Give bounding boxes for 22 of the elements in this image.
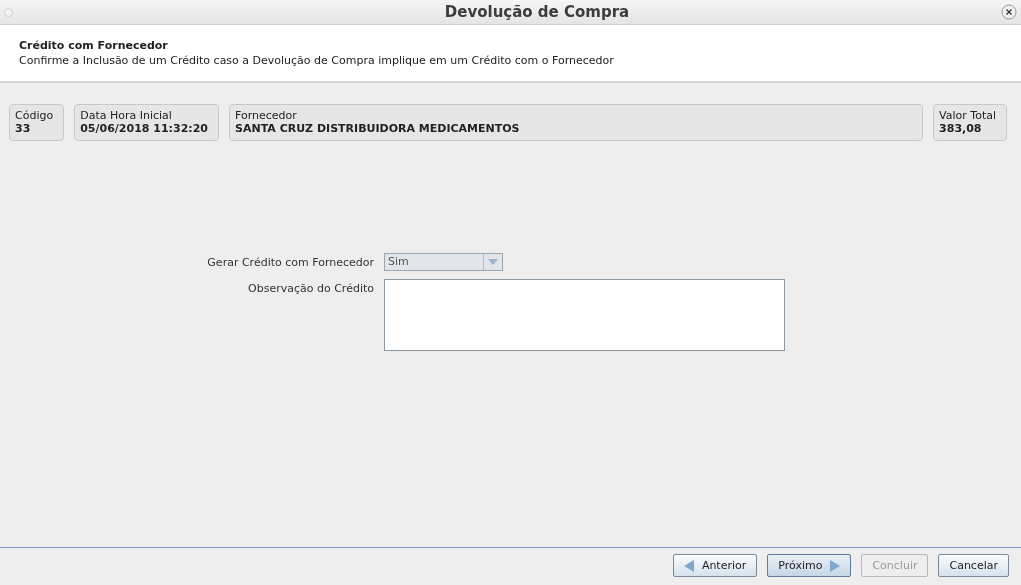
caret-icon: [488, 259, 498, 265]
back-arrow-icon: [683, 559, 694, 572]
info-value: SANTA CRUZ DISTRIBUIDORA MEDICAMENTOS: [235, 122, 521, 135]
info-value: 05/06/2018 11:32:20: [80, 122, 208, 135]
dropdown-field[interactable]: Sim: [384, 253, 503, 271]
window-title: Devolução de Compra: [443, 3, 631, 21]
section-description: Confirme a Inclusão de um Crédito caso a Devolução de Compra implique em um Crédito com o Fornecedor: [19, 54, 615, 67]
footer-button[interactable]: Próximo: [767, 554, 852, 577]
footer-button[interactable]: Anterior: [672, 554, 758, 577]
info-label: Valor Total: [939, 109, 996, 122]
info-value: 383,08: [939, 122, 983, 135]
info-label: Fornecedor: [235, 109, 297, 122]
field-label: Gerar Crédito com Fornecedor: [206, 255, 374, 269]
info-label: Código: [15, 109, 54, 122]
info-label: Data Hora Inicial: [80, 109, 172, 122]
footer-button[interactable]: Cancelar: [938, 554, 1009, 577]
section-title: Crédito com Fornecedor: [19, 39, 169, 52]
next-arrow-icon: [830, 559, 841, 572]
field-label: Observação do Crédito: [247, 281, 374, 295]
text-area[interactable]: [384, 279, 785, 351]
close-icon[interactable]: [1001, 4, 1017, 20]
info-value: 33: [15, 122, 32, 135]
